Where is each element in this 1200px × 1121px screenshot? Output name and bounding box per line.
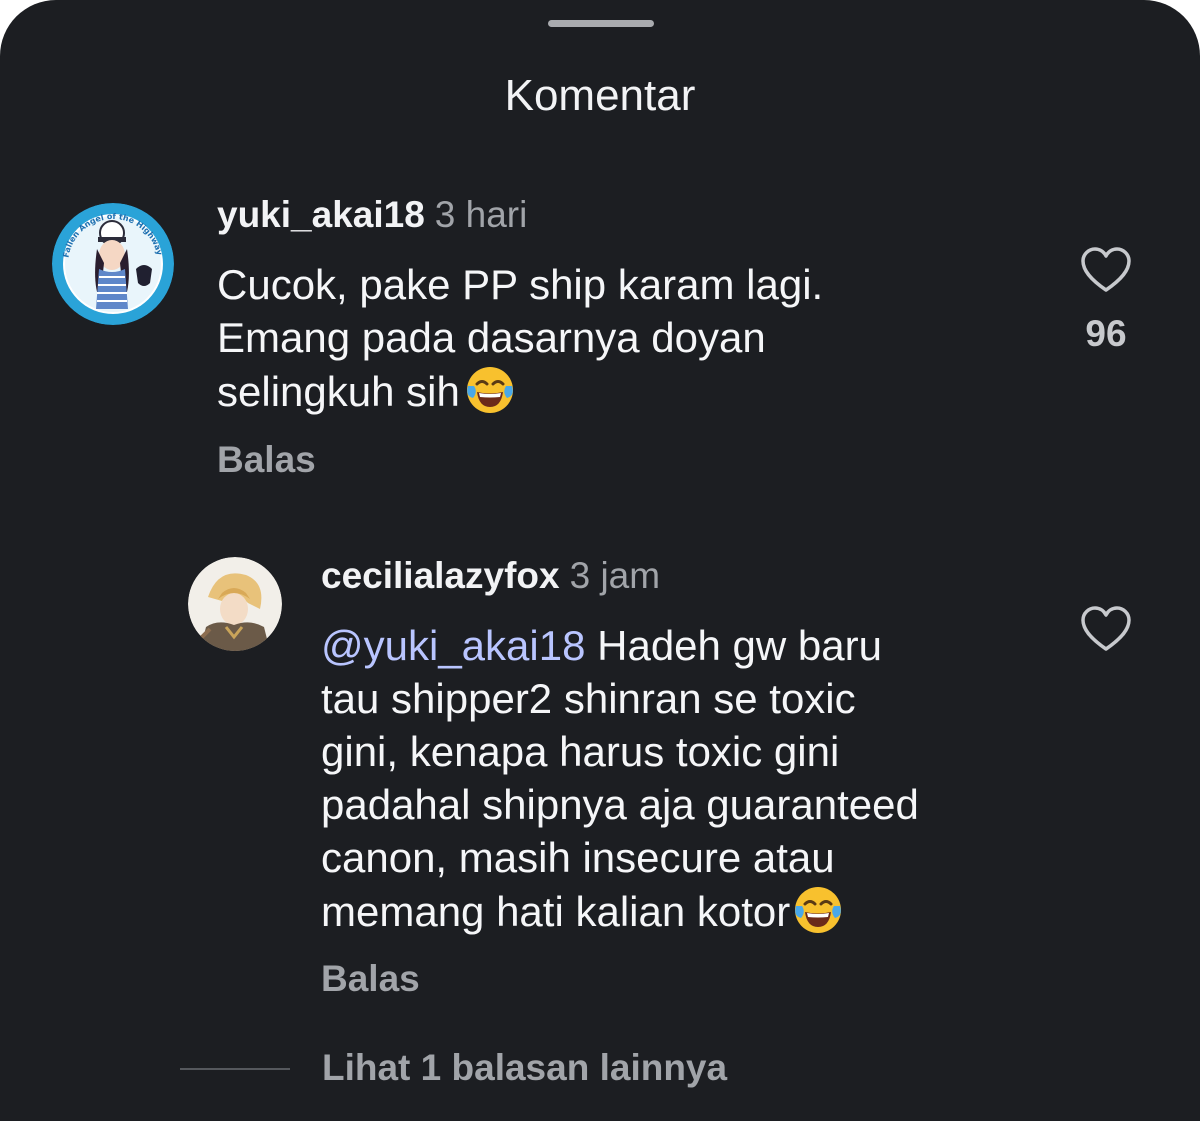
like-heart-icon[interactable] [1080, 246, 1132, 294]
tears-of-joy-emoji-icon [466, 367, 513, 413]
reply-time: 3 jam [569, 555, 661, 596]
view-more-replies-button[interactable]: Lihat 1 balasan lainnya [322, 1046, 727, 1090]
sheet-title: Komentar [504, 71, 696, 120]
comment-header: yuki_akai18 3 hari [217, 193, 527, 237]
view-more-divider [180, 1068, 290, 1070]
reply-header: cecilialazyfox 3 jam [321, 554, 660, 598]
like-heart-icon[interactable] [1080, 605, 1132, 653]
avatar-yuki-akai18[interactable]: Fallen Angel of the Highway [52, 203, 174, 325]
comment-time: 3 hari [434, 194, 528, 235]
comments-sheet: Komentar Fallen Angel of the Highway yuk… [0, 0, 1200, 1121]
like-count: 96 [1085, 313, 1127, 354]
tears-of-joy-emoji-icon [795, 887, 842, 933]
comment-username[interactable]: yuki_akai18 [217, 194, 425, 235]
reply-text: @yuki_akai18 Hadeh gw baru tau shipper2 … [321, 622, 919, 935]
mention-link[interactable]: @yuki_akai18 [321, 622, 585, 669]
drag-handle[interactable] [548, 20, 654, 27]
reply-button[interactable]: Balas [321, 957, 420, 1001]
comment-text: Cucok, pake PP ship karam lagi. Emang pa… [217, 261, 824, 415]
reply-button[interactable]: Balas [217, 438, 316, 482]
avatar-cecilialazyfox[interactable] [188, 557, 282, 651]
reply-username[interactable]: cecilialazyfox [321, 555, 560, 596]
